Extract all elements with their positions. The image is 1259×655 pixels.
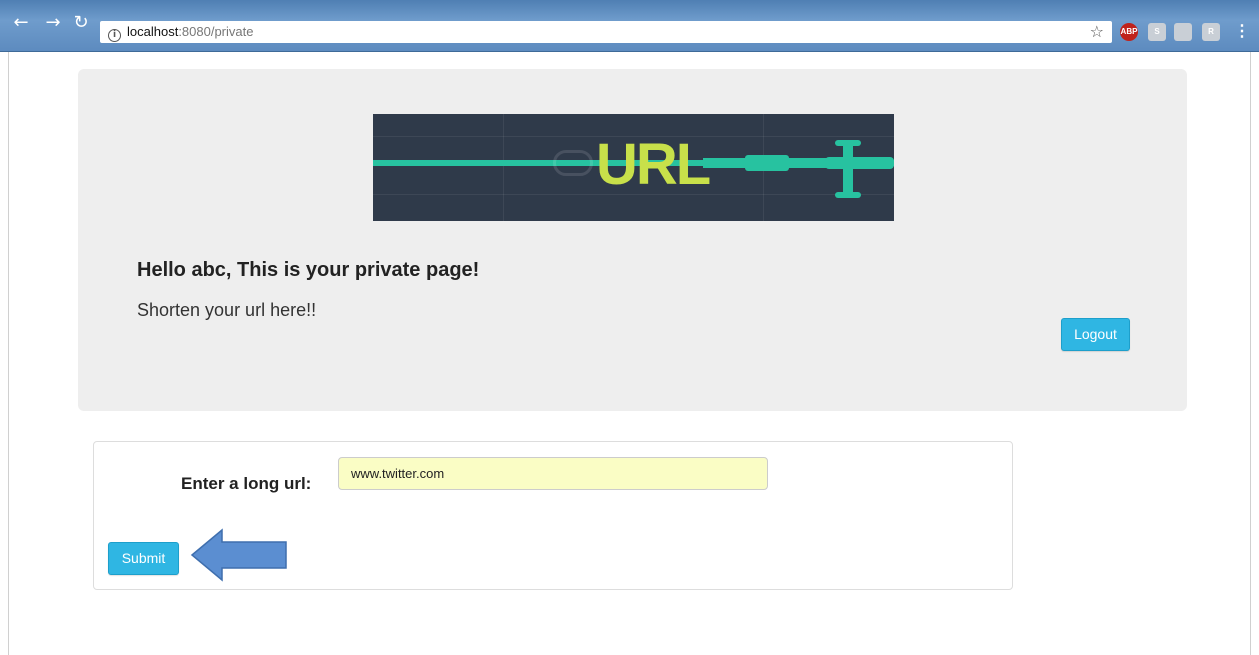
back-icon[interactable]: ← bbox=[8, 8, 34, 38]
star-icon[interactable]: ☆ bbox=[1090, 21, 1104, 43]
forward-icon[interactable]: → bbox=[40, 8, 66, 38]
page-subtext: Shorten your url here!! bbox=[137, 300, 317, 320]
jumbotron: URL Hello abc, This is your private page… bbox=[78, 69, 1187, 411]
info-icon[interactable]: i bbox=[108, 29, 121, 42]
url-host: localhost bbox=[127, 24, 179, 39]
extension-r-icon[interactable]: R bbox=[1202, 23, 1220, 41]
cast-icon[interactable] bbox=[1174, 23, 1192, 41]
long-url-input[interactable]: www.twitter.com bbox=[338, 457, 768, 490]
url-path: :8080/private bbox=[178, 24, 254, 39]
logout-button[interactable]: Logout bbox=[1061, 318, 1130, 351]
page-greeting: Hello abc, This is your private page! bbox=[137, 259, 480, 281]
browser-toolbar: ← → ↻ i localhost:8080/private ☆ ABP S R … bbox=[0, 0, 1259, 52]
banner-url-text: URL bbox=[596, 132, 711, 197]
reload-icon[interactable]: ↻ bbox=[68, 8, 94, 38]
shorten-form-panel: Enter a long url: www.twitter.com Submit bbox=[93, 441, 1013, 590]
url-banner-image: URL bbox=[373, 114, 894, 221]
submit-button[interactable]: Submit bbox=[108, 542, 179, 575]
page-viewport: URL Hello abc, This is your private page… bbox=[8, 52, 1251, 655]
adblock-extension-icon[interactable]: ABP bbox=[1120, 23, 1138, 41]
menu-dots-icon[interactable]: ⋮ bbox=[1234, 23, 1250, 41]
address-bar[interactable]: i localhost:8080/private ☆ bbox=[100, 21, 1112, 43]
extension-s-icon[interactable]: S bbox=[1148, 23, 1166, 41]
arrow-left-pointer bbox=[190, 528, 287, 582]
long-url-label: Enter a long url: bbox=[181, 474, 312, 493]
